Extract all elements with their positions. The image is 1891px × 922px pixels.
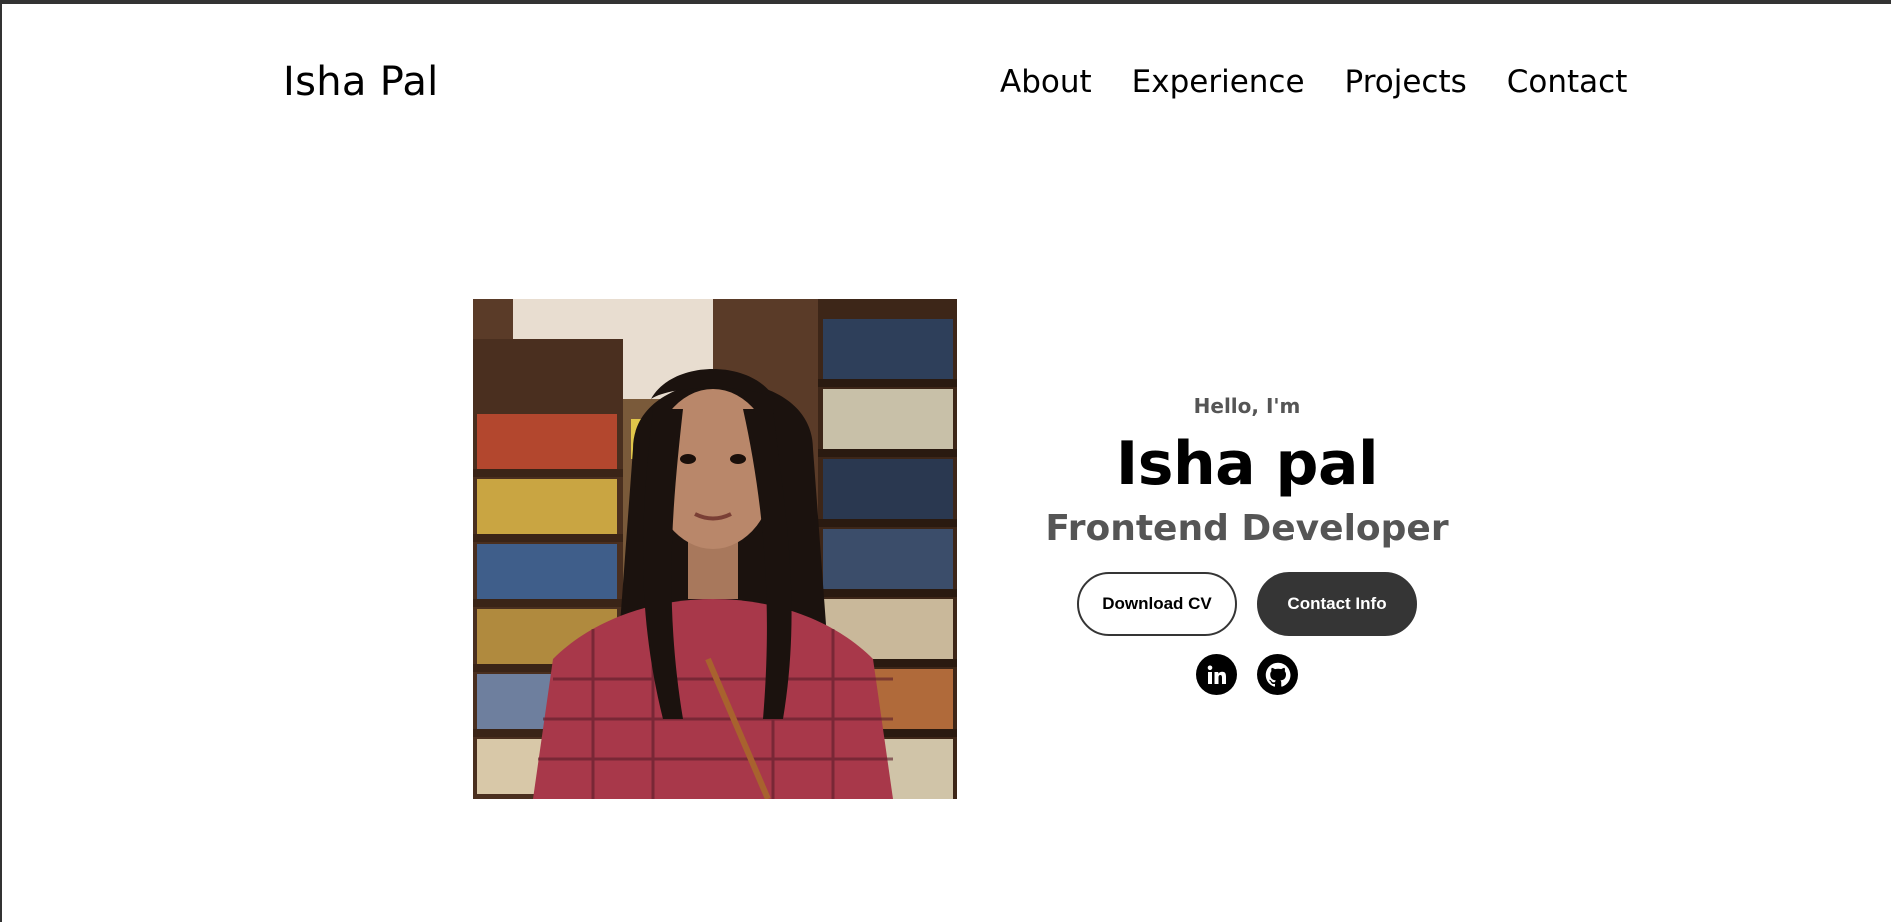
github-glyph bbox=[1265, 662, 1290, 687]
nav-link-projects[interactable]: Projects bbox=[1345, 60, 1467, 104]
hero-name: Isha pal bbox=[1115, 429, 1379, 499]
profile-photo bbox=[473, 299, 957, 799]
window-left-border bbox=[0, 0, 2, 922]
linkedin-glyph bbox=[1207, 665, 1226, 684]
social-links bbox=[1040, 654, 1454, 695]
github-icon[interactable] bbox=[1257, 654, 1298, 695]
hero-buttons: Download CV Contact Info bbox=[1040, 572, 1454, 636]
site-logo[interactable]: Isha Pal bbox=[283, 56, 439, 108]
hero-text: Hello, I'm Isha pal Frontend Developer D… bbox=[1040, 392, 1454, 695]
window-top-border bbox=[0, 0, 1891, 4]
greeting-text: Hello, I'm bbox=[1193, 394, 1301, 418]
nav-link-contact[interactable]: Contact bbox=[1507, 60, 1628, 104]
contact-info-button[interactable]: Contact Info bbox=[1257, 572, 1417, 636]
nav-link-about[interactable]: About bbox=[1000, 60, 1092, 104]
download-cv-button[interactable]: Download CV bbox=[1077, 572, 1237, 636]
hero-role: Frontend Developer bbox=[1045, 508, 1449, 549]
linkedin-icon[interactable] bbox=[1196, 654, 1237, 695]
nav-link-experience[interactable]: Experience bbox=[1132, 60, 1305, 104]
main-nav: About Experience Projects Contact bbox=[1000, 60, 1627, 104]
